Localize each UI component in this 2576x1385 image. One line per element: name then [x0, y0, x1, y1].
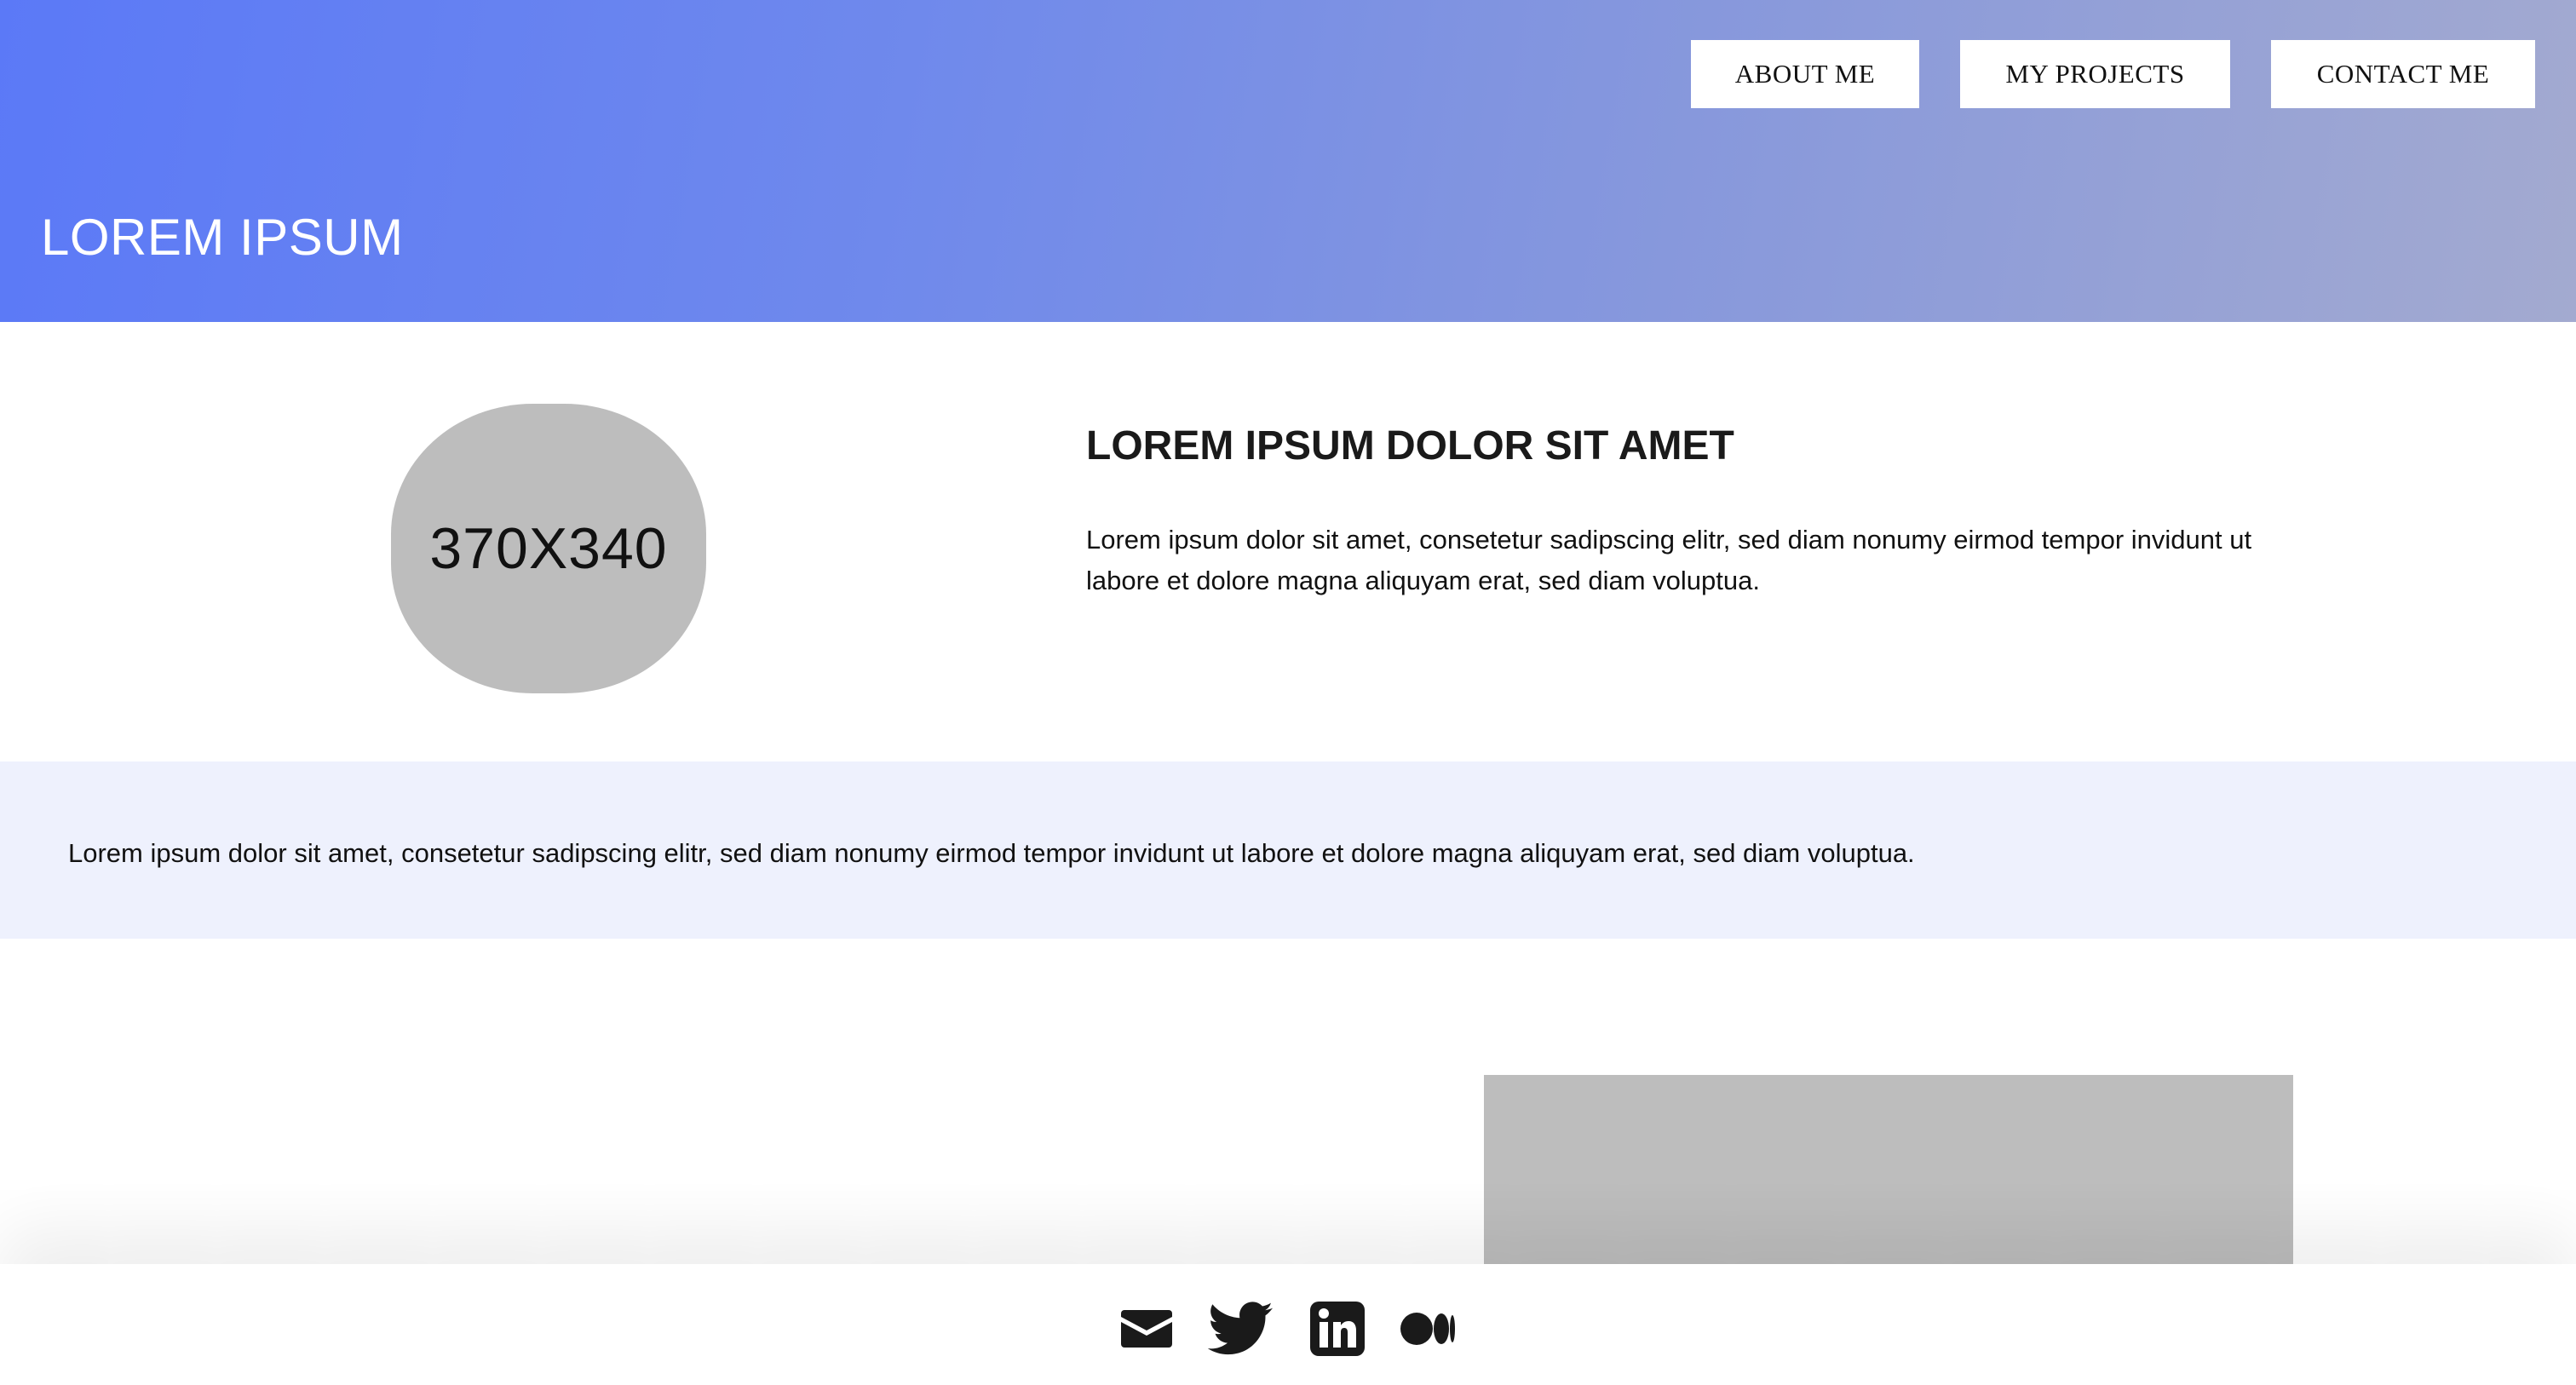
avatar-placeholder: 370X340: [391, 404, 706, 693]
email-link[interactable]: [1121, 1310, 1172, 1348]
nav-contact-button[interactable]: CONTACT ME: [2271, 40, 2535, 108]
project-image-placeholder: [1484, 1075, 2293, 1271]
highlight-band: Lorem ipsum dolor sit amet, consetetur s…: [0, 761, 2576, 939]
linkedin-link[interactable]: [1310, 1302, 1365, 1356]
band-text: Lorem ipsum dolor sit amet, consetetur s…: [68, 838, 1915, 868]
site-title: LOREM IPSUM: [41, 209, 404, 266]
intro-text: Lorem ipsum dolor sit amet, consetetur s…: [1086, 525, 2252, 595]
social-links: [0, 1302, 2576, 1356]
medium-link[interactable]: [1400, 1312, 1455, 1346]
twitter-icon: [1208, 1302, 1274, 1356]
twitter-link[interactable]: [1208, 1302, 1274, 1356]
page: ABOUT ME MY PROJECTS CONTACT ME LOREM IP…: [0, 0, 2576, 1385]
intro-heading: LOREM IPSUM DOLOR SIT AMET: [1086, 423, 1734, 468]
nav-projects-button[interactable]: MY PROJECTS: [1960, 40, 2230, 108]
nav-about-button[interactable]: ABOUT ME: [1691, 40, 1919, 108]
site-footer: [0, 1264, 2576, 1385]
linkedin-icon: [1310, 1302, 1365, 1356]
email-icon: [1121, 1310, 1172, 1348]
medium-icon: [1400, 1312, 1455, 1346]
main-nav: ABOUT ME MY PROJECTS CONTACT ME: [1691, 40, 2535, 108]
site-header: ABOUT ME MY PROJECTS CONTACT ME LOREM IP…: [0, 0, 2576, 322]
